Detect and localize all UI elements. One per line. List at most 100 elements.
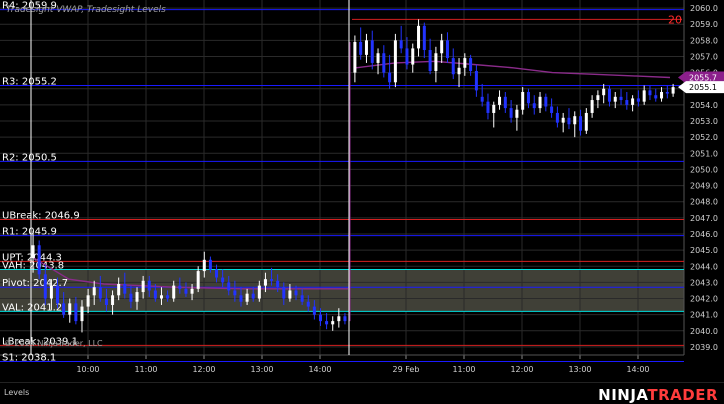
tab-levels[interactable]: Levels [4, 388, 29, 397]
candle-body [619, 96, 623, 101]
candle-body [451, 58, 455, 75]
candle-body [159, 295, 163, 299]
candle-body [318, 314, 322, 322]
candle-body [300, 295, 304, 302]
candle-body [573, 116, 577, 125]
y-tick-label: 2052.0 [690, 133, 718, 142]
candle-body [80, 306, 84, 322]
candle-body [62, 303, 66, 315]
candle-body [486, 101, 490, 113]
ninjatrader-logo: NINJATRADER [598, 386, 718, 404]
candle-body [509, 108, 513, 118]
copyright-text: © 2024 NinjaTrader, LLC [4, 339, 103, 348]
candle-body [596, 95, 600, 101]
y-tick-label: 2050.0 [690, 165, 718, 174]
candle-body [196, 271, 200, 289]
candle-body [636, 98, 640, 102]
candle-body [282, 287, 286, 299]
candle-body [104, 298, 108, 305]
candle-body [227, 282, 231, 291]
candle-body [457, 67, 461, 75]
candle-body [422, 25, 426, 51]
candle-body [382, 53, 386, 73]
candle-body [503, 96, 507, 109]
candle-body [178, 285, 182, 289]
candle-body [325, 321, 329, 325]
candle-body [190, 288, 194, 294]
candle-body [306, 301, 310, 307]
candle-body [239, 295, 243, 302]
y-tick-label: 2059.0 [690, 20, 718, 29]
candle-body [251, 293, 255, 299]
last-price-marker-label: 2055.1 [689, 83, 717, 92]
candle-body [68, 303, 72, 315]
candle-body [388, 72, 392, 83]
candle-body [294, 290, 298, 296]
candle-body [123, 284, 127, 294]
level-label: R2: 2050.5 [2, 152, 57, 163]
candle-body [474, 71, 478, 91]
candle-body [111, 295, 115, 305]
candle-body [141, 280, 145, 293]
candle-body [56, 285, 60, 304]
candle-body [270, 279, 274, 281]
candle-body [642, 90, 646, 102]
candle-body [399, 40, 403, 49]
candle-body [288, 290, 292, 299]
x-tick-label: 10:00 [76, 365, 99, 374]
candle-body [353, 41, 357, 73]
candle-body [92, 287, 96, 296]
y-tick-label: 2043.0 [690, 278, 718, 287]
y-tick-label: 2047.0 [690, 214, 718, 223]
candle-body [590, 100, 594, 113]
y-tick-label: 2044.0 [690, 262, 718, 271]
level-label: VAL: 2041.2 [2, 302, 62, 313]
vwap-price-marker-label: 2055.7 [689, 73, 717, 82]
candle-body [648, 90, 652, 96]
candle-body [74, 303, 78, 322]
candle-body [631, 98, 635, 105]
candle-body [521, 91, 525, 110]
candle-body [567, 117, 571, 125]
level-label: R3: 2055.2 [2, 77, 57, 88]
candle-body [428, 50, 432, 71]
candle-body [555, 112, 559, 123]
candle-body [37, 245, 41, 275]
candle-body [602, 88, 606, 96]
candle-body [98, 287, 102, 299]
y-tick-label: 2058.0 [690, 36, 718, 45]
candle-body [376, 53, 380, 63]
candle-body [411, 48, 415, 65]
candle-body [671, 87, 675, 94]
chart-background [0, 0, 724, 382]
top-level-label: 20 [668, 13, 682, 26]
candle-body [245, 293, 249, 302]
candle-body [184, 288, 188, 294]
x-tick-label: 11:00 [452, 365, 475, 374]
y-tick-label: 2041.0 [690, 311, 718, 320]
candle-body [561, 117, 565, 123]
candle-body [492, 104, 496, 113]
footer-bar: Levels NINJATRADER [0, 382, 724, 404]
y-tick-label: 2054.0 [690, 101, 718, 110]
level-label: R1: 2045.9 [2, 227, 57, 238]
price-chart[interactable]: 2039.0 2040.0 2041.0 2042.0 2043.0 2044.0 2045… [0, 0, 724, 382]
candle-body [49, 285, 53, 299]
candle-body [276, 280, 280, 288]
y-tick-label: 2040.0 [690, 327, 718, 336]
candle-body [532, 103, 536, 109]
candle-body [625, 100, 629, 105]
y-tick-label: 2042.0 [690, 295, 718, 304]
candle-body [166, 295, 170, 299]
candle-body [202, 259, 206, 272]
indicator-title: Tradesight VWAP, Tradesight Levels [6, 5, 166, 15]
candle-body [654, 95, 658, 99]
candle-body [480, 96, 484, 102]
candle-body [215, 269, 219, 278]
level-label: S1: 2038.1 [2, 352, 56, 363]
candle-body [172, 285, 176, 299]
x-tick-label: 13:00 [568, 365, 591, 374]
candle-body [43, 274, 47, 299]
candle-body [550, 106, 554, 113]
candle-body [579, 116, 583, 131]
